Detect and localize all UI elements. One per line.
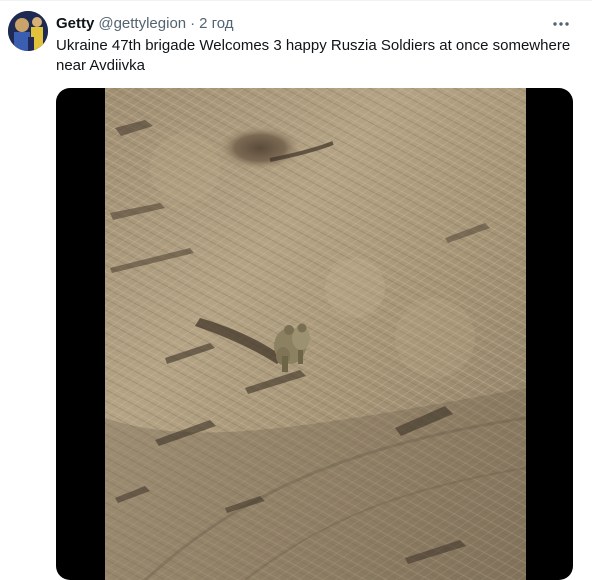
author-display-name[interactable]: Getty bbox=[56, 14, 94, 34]
author-avatar[interactable] bbox=[8, 11, 48, 51]
video-player[interactable] bbox=[105, 88, 526, 580]
author-handle[interactable]: @gettylegion bbox=[98, 14, 186, 34]
avatar-image bbox=[8, 11, 48, 51]
tweet-timestamp[interactable]: 2 год bbox=[199, 14, 233, 34]
tweet-header: Getty @gettylegion · 2 год bbox=[56, 14, 234, 34]
aerial-drone-video bbox=[105, 88, 526, 580]
tweet-text: Ukraine 47th brigade Welcomes 3 happy Ru… bbox=[56, 37, 571, 74]
tweet-card[interactable]: Getty @gettylegion · 2 год Ukraine 47th … bbox=[0, 0, 592, 580]
tweet-media[interactable] bbox=[56, 88, 573, 580]
more-options-icon bbox=[553, 22, 569, 26]
header-separator: · bbox=[190, 15, 196, 32]
more-options-button[interactable] bbox=[550, 13, 572, 35]
